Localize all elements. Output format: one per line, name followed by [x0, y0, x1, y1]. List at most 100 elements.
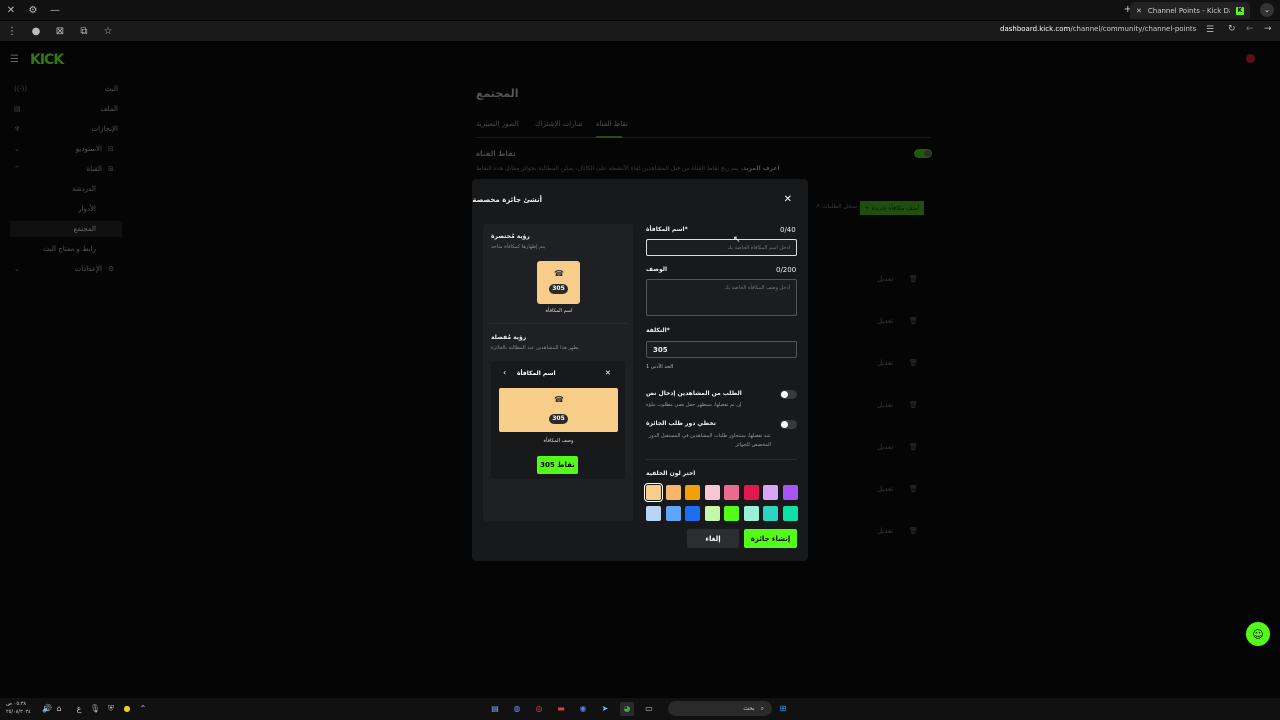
url-field[interactable]: dashboard.kick.com/channel/community/cha… [1000, 25, 1196, 33]
sidebar-item-label: الإعدادات [74, 265, 102, 273]
row-edit-button[interactable]: تعديل [877, 527, 893, 535]
color-swatch[interactable] [685, 506, 700, 521]
help-chat-icon[interactable]: ☺ [1246, 622, 1270, 646]
file-explorer-icon[interactable]: ▭ [642, 702, 656, 716]
name-label: اسم المكافأة* [646, 226, 688, 233]
tab-emotes[interactable]: الصور التعبيرية [476, 120, 519, 128]
popup-reward-desc: وصف المكافأة [543, 438, 574, 444]
sidebar-item-achievements[interactable]: ♆ الإنجازات [10, 121, 122, 137]
app-icon[interactable]: ◎ [532, 702, 546, 716]
trash-icon[interactable]: 🗑 [909, 527, 918, 535]
color-swatch[interactable] [665, 506, 681, 521]
skip-queue-toggle[interactable] [780, 420, 797, 429]
discord-icon[interactable]: ◍ [510, 702, 524, 716]
taskbar-search[interactable]: بحث ⌕ [668, 701, 772, 716]
cost-input[interactable] [646, 341, 797, 358]
more-icon[interactable]: ⋮ [0, 26, 24, 37]
trash-icon[interactable]: 🗑 [909, 317, 918, 325]
windows-start-icon[interactable]: ⊞ [776, 702, 790, 716]
create-reward-button[interactable]: إنشاء جائزة [744, 529, 797, 548]
tab-sub-badges[interactable]: شارات الاشتراك [535, 120, 583, 128]
trash-icon[interactable]: 🗑 [909, 359, 918, 367]
sidebar-item-channel[interactable]: ⌃ القناة ⊞ [10, 161, 122, 177]
app-icon[interactable]: ▬ [554, 702, 568, 716]
network-icon[interactable]: ⌂ [52, 702, 66, 716]
color-swatch[interactable] [646, 506, 661, 521]
sidebar-item-studio[interactable]: ⌄ الاستوديو ⊟ [10, 141, 122, 157]
account-icon[interactable]: ● [24, 26, 48, 37]
learn-more-link[interactable]: اعرف المزيد. [741, 165, 780, 172]
sidebar-item-broadcast[interactable]: ((·)) البث [10, 81, 122, 97]
reward-description-input[interactable] [646, 279, 797, 316]
extensions-icon[interactable]: ⊠ [48, 26, 72, 37]
forward-icon[interactable]: ← [1246, 24, 1254, 34]
color-swatch[interactable] [743, 506, 759, 521]
row-edit-button[interactable]: تعديل [877, 485, 893, 493]
reward-name-input[interactable] [646, 239, 797, 256]
color-swatch[interactable] [644, 483, 663, 502]
close-window-icon[interactable]: ✕ [0, 0, 22, 20]
language-icon[interactable]: ع [72, 702, 86, 716]
row-edit-button[interactable]: تعديل [877, 443, 893, 451]
settings-icon[interactable]: ⚙ [22, 0, 44, 20]
sidebar-subitem-chat[interactable]: الدردشة [10, 181, 122, 197]
sidebar-item-label: رابط و مفتاح البث [42, 245, 96, 253]
chevron-up-icon[interactable]: ⌃ [136, 702, 150, 716]
color-swatch[interactable] [782, 485, 798, 500]
app-icon[interactable]: ◉ [576, 702, 590, 716]
page-title: المجتمع [476, 87, 519, 100]
color-swatch[interactable] [704, 485, 720, 500]
browser-tab[interactable]: ✕ Channel Points - Kick Dashboard K [1130, 2, 1250, 19]
tab-channel-points[interactable]: نقاط القناة [596, 120, 628, 128]
cancel-button[interactable]: إلغاء [687, 529, 739, 548]
requests-history-link[interactable]: ↗ سجل الطلبات [815, 203, 857, 210]
status-icon[interactable]: ● [120, 702, 134, 716]
color-swatch[interactable] [724, 485, 739, 500]
mic-icon[interactable]: 🎙 [88, 702, 102, 716]
tab-close-icon[interactable]: ✕ [1136, 7, 1142, 15]
sidebar-item-label: الاستوديو [75, 145, 102, 153]
row-edit-button[interactable]: تعديل [877, 401, 893, 409]
notes-icon[interactable]: ▤ [488, 702, 502, 716]
kick-logo[interactable]: KICK [30, 52, 64, 68]
sidebar-subitem-stream-key[interactable]: رابط و مفتاح البث [10, 241, 122, 257]
back-icon[interactable]: → [1264, 24, 1272, 34]
sidebar-subitem-roles[interactable]: الأدوار [10, 201, 122, 217]
user-input-toggle[interactable] [780, 390, 797, 399]
color-swatch[interactable] [763, 506, 778, 521]
minimize-icon[interactable]: — [44, 0, 66, 20]
channel-points-toggle[interactable] [914, 149, 932, 158]
reload-icon[interactable]: ↻ [1228, 24, 1236, 34]
telegram-icon[interactable]: ➤ [598, 702, 612, 716]
sidebar-subitem-community[interactable]: المجتمع [10, 221, 122, 237]
bookmark-star-icon[interactable]: ☆ [96, 26, 120, 37]
sidebar-item-settings[interactable]: ⌄ الإعدادات ⚙ [10, 261, 122, 277]
color-swatch[interactable] [724, 506, 739, 521]
row-edit-button[interactable]: تعديل [877, 317, 893, 325]
reward-card-detailed: ☎ 305 [499, 388, 618, 432]
add-reward-button[interactable]: + أضف مكافأة جديدة [860, 201, 924, 215]
avatar[interactable] [1246, 54, 1255, 63]
sidebar-item-file[interactable]: ▤ الملف [10, 101, 122, 117]
color-swatch[interactable] [685, 485, 700, 500]
requests-history-label: سجل الطلبات [821, 203, 857, 210]
color-swatch[interactable] [743, 485, 759, 500]
row-edit-button[interactable]: تعديل [877, 275, 893, 283]
share-icon[interactable]: ⧉ [72, 26, 96, 37]
color-swatch[interactable] [782, 506, 798, 521]
color-swatch[interactable] [763, 485, 778, 500]
sidebar-item-label: القناة [86, 165, 102, 173]
trash-icon[interactable]: 🗑 [909, 275, 918, 283]
chrome-icon[interactable]: ◕ [620, 702, 634, 716]
trash-icon[interactable]: 🗑 [909, 485, 918, 493]
close-icon[interactable]: ✕ [784, 194, 792, 205]
hamburger-menu-icon[interactable]: ☰ [10, 54, 19, 65]
color-swatch[interactable] [665, 485, 681, 500]
color-swatch[interactable] [704, 506, 720, 521]
tab-menu-chevron-icon[interactable]: ⌄ [1260, 3, 1274, 17]
row-edit-button[interactable]: تعديل [877, 359, 893, 367]
shield-icon[interactable]: ⛨ [104, 702, 118, 716]
trash-icon[interactable]: 🗑 [909, 443, 918, 451]
trash-icon[interactable]: 🗑 [909, 401, 918, 409]
site-settings-icon[interactable]: ☰ [1206, 25, 1214, 35]
